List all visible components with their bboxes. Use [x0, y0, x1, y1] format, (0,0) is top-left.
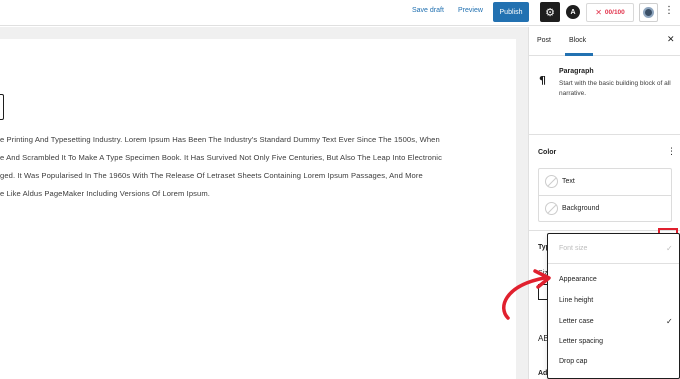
color-panel: Color ⋮ Text Background: [529, 136, 680, 231]
block-description: Start with the basic building block of a…: [559, 80, 671, 97]
empty-swatch-icon: [545, 202, 558, 215]
top-toolbar: Save draft Preview Publish ⚙ A ✕ 00/100 …: [0, 0, 680, 26]
annotation-arrow-icon: [502, 269, 551, 320]
menu-item-letter-spacing[interactable]: Letter spacing: [559, 338, 603, 345]
typography-options-menu: Font size ✓ Appearance Line height Lette…: [547, 233, 680, 379]
block-name: Paragraph: [559, 68, 594, 75]
block-outline[interactable]: [0, 94, 4, 120]
menu-item-drop-cap[interactable]: Drop cap: [559, 358, 587, 365]
publish-button[interactable]: Publish: [493, 2, 529, 22]
sidebar-tabs: Post Block ✕: [529, 27, 680, 56]
preview-button[interactable]: Preview: [458, 7, 483, 14]
menu-item-line-height[interactable]: Line height: [559, 297, 593, 304]
gear-icon: ⚙: [545, 5, 555, 19]
paragraph-line: e And Scrambled It To Make A Type Specim…: [0, 153, 442, 162]
color-options-group: Text Background: [538, 168, 672, 222]
save-draft-button[interactable]: Save draft: [412, 7, 444, 14]
active-tab-indicator: [565, 53, 593, 56]
aioseo-score: 00/100: [604, 9, 625, 16]
text-color-option[interactable]: Text: [539, 169, 671, 196]
menu-item-font-size[interactable]: Font size: [559, 245, 587, 252]
menu-item-appearance[interactable]: Appearance: [559, 276, 597, 283]
more-options-icon[interactable]: ⋮: [664, 5, 674, 16]
aioseo-score-button[interactable]: ✕ 00/100: [586, 3, 634, 22]
aioseo-logo-icon: ✕: [595, 8, 602, 17]
empty-swatch-icon: [545, 175, 558, 188]
menu-item-letter-case[interactable]: Letter case: [559, 318, 594, 325]
block-card: ¶ Paragraph Start with the basic buildin…: [529, 57, 680, 135]
paragraph-line: ged. It Was Popularised In The 1960s Wit…: [0, 171, 423, 180]
editor-page: e Printing And Typesetting Industry. Lor…: [0, 39, 516, 379]
astra-button[interactable]: A: [566, 5, 580, 19]
background-color-option[interactable]: Background: [539, 196, 671, 223]
color-options-icon[interactable]: ⋮: [667, 147, 676, 157]
paragraph-block[interactable]: e Printing And Typesetting Industry. Lor…: [0, 131, 510, 203]
text-color-label: Text: [562, 178, 575, 185]
background-color-label: Background: [562, 205, 600, 212]
menu-divider: [548, 263, 679, 264]
plugin-badge-button[interactable]: [639, 3, 658, 22]
badge-icon: [643, 7, 654, 18]
check-icon: ✓: [666, 244, 673, 253]
close-icon[interactable]: ✕: [667, 35, 675, 45]
tab-block[interactable]: Block: [569, 37, 586, 44]
paragraph-line: e Like Aldus PageMaker Including Version…: [0, 189, 210, 198]
settings-button[interactable]: ⚙: [540, 2, 560, 22]
paragraph-line: e Printing And Typesetting Industry. Lor…: [0, 135, 440, 144]
tab-post[interactable]: Post: [537, 37, 551, 44]
editor-canvas: e Printing And Typesetting Industry. Lor…: [0, 27, 528, 379]
paragraph-icon: ¶: [539, 74, 546, 87]
color-panel-title: Color: [538, 149, 557, 156]
check-icon: ✓: [666, 317, 673, 326]
